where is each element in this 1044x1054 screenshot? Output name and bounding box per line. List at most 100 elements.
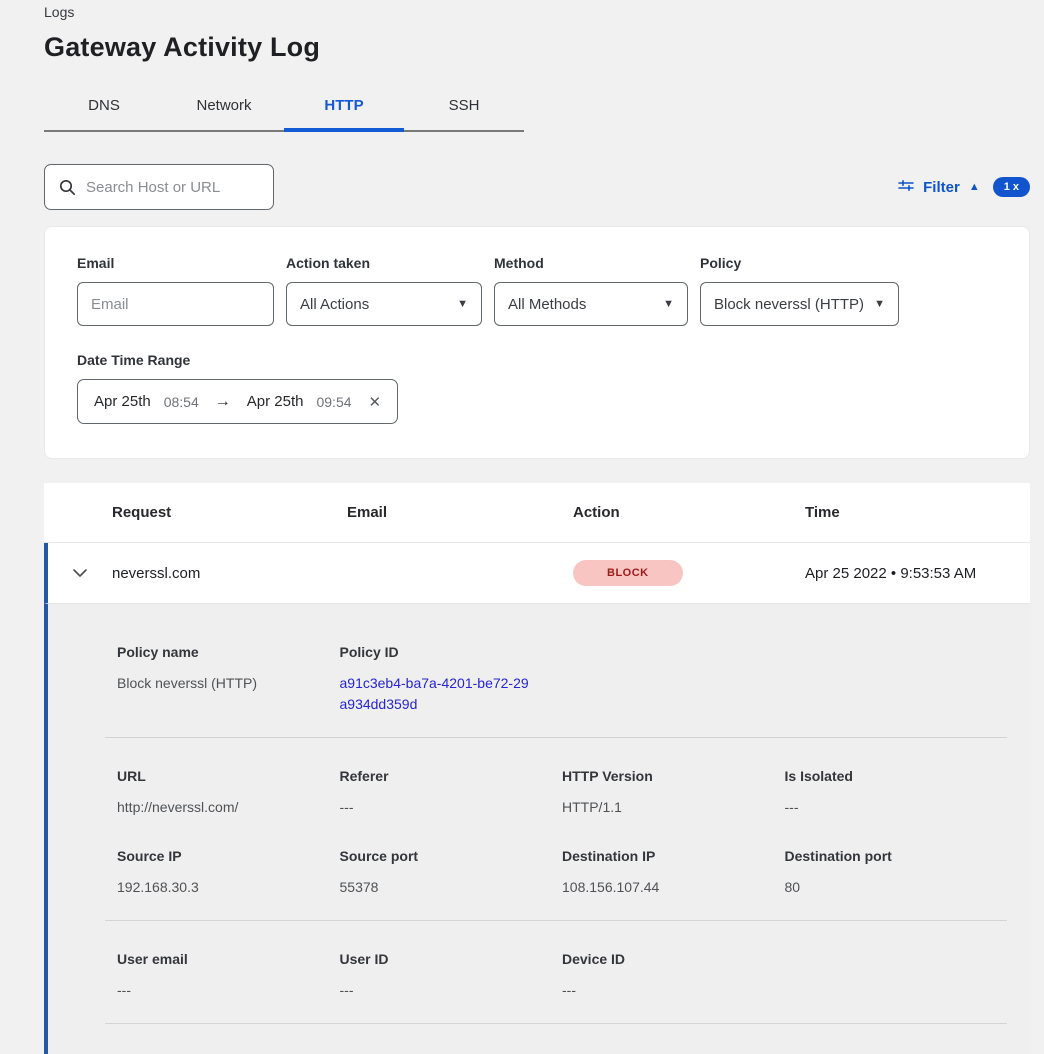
datetime-range-label: Date Time Range (77, 352, 997, 368)
column-header-request: Request (112, 504, 347, 521)
filter-field-email: Email (77, 255, 274, 326)
user-id-label: User ID (340, 951, 563, 967)
http-version-label: HTTP Version (562, 768, 785, 784)
policy-filter-label: Policy (700, 255, 899, 271)
filter-field-policy: Policy Block neverssl (HTTP) ▼ (700, 255, 899, 326)
destination-port-label: Destination port (785, 848, 1008, 864)
block-status-badge: BLOCK (573, 560, 683, 586)
tab-network[interactable]: Network (164, 87, 284, 130)
action-select[interactable]: All Actions ▼ (286, 282, 482, 326)
method-select-value: All Methods (508, 296, 586, 313)
end-date: Apr 25th (247, 393, 304, 410)
filter-field-action: Action taken All Actions ▼ (286, 255, 482, 326)
page-title: Gateway Activity Log (44, 32, 1030, 63)
destination-port-field: Destination port 80 (785, 848, 1008, 898)
search-box (44, 164, 274, 210)
caret-up-icon: ▲ (969, 182, 980, 193)
http-section-row2: Source IP 192.168.30.3 Source port 55378… (117, 848, 1007, 898)
is-isolated-field: Is Isolated --- (785, 768, 1008, 818)
user-id-field: User ID --- (340, 951, 563, 1001)
request-cell: neverssl.com (112, 565, 347, 582)
search-input[interactable] (86, 179, 259, 196)
policy-select[interactable]: Block neverssl (HTTP) ▼ (700, 282, 899, 326)
filter-field-method: Method All Methods ▼ (494, 255, 688, 326)
source-ip-value: 192.168.30.3 (117, 877, 340, 898)
chevron-down-icon: ▼ (457, 298, 468, 310)
is-isolated-value: --- (785, 797, 1008, 818)
destination-ip-field: Destination IP 108.156.107.44 (562, 848, 785, 898)
email-filter-label: Email (77, 255, 274, 271)
table-row[interactable]: neverssl.com BLOCK Apr 25 2022 • 9:53:53… (44, 543, 1030, 604)
table-header: Request Email Action Time (44, 483, 1030, 543)
url-field: URL http://neverssl.com/ (117, 768, 340, 818)
method-filter-label: Method (494, 255, 688, 271)
user-email-label: User email (117, 951, 340, 967)
breadcrumb[interactable]: Logs (44, 4, 1030, 20)
start-time: 08:54 (164, 394, 199, 410)
tab-http[interactable]: HTTP (284, 87, 404, 130)
clear-range-icon[interactable]: ✕ (365, 393, 382, 411)
filter-label: Filter (923, 179, 960, 196)
filter-field-datetime: Date Time Range Apr 25th 08:54 → Apr 25t… (77, 352, 997, 424)
source-port-value: 55378 (340, 877, 563, 898)
action-select-value: All Actions (300, 296, 369, 313)
policy-id-link[interactable]: a91c3eb4-ba7a-4201-be72-29a934dd359d (340, 673, 535, 715)
referer-label: Referer (340, 768, 563, 784)
column-header-email: Email (347, 504, 573, 521)
referer-field: Referer --- (340, 768, 563, 818)
log-type-tabs: DNS Network HTTP SSH (44, 87, 524, 132)
policy-section: Policy name Block neverssl (HTTP) Policy… (117, 644, 1007, 715)
email-filter-input[interactable] (77, 282, 274, 326)
filter-icon (898, 180, 914, 194)
policy-id-field: Policy ID a91c3eb4-ba7a-4201-be72-29a934… (340, 644, 563, 715)
section-divider (105, 1023, 1007, 1024)
user-id-value: --- (340, 980, 563, 1001)
expanded-row-details: Policy name Block neverssl (HTTP) Policy… (44, 604, 1030, 1054)
action-filter-label: Action taken (286, 255, 482, 271)
policy-name-field: Policy name Block neverssl (HTTP) (117, 644, 340, 715)
filter-toggle-button[interactable]: Filter ▲ 1 x (898, 177, 1030, 197)
tab-dns[interactable]: DNS (44, 87, 164, 130)
is-isolated-label: Is Isolated (785, 768, 1008, 784)
tab-ssh[interactable]: SSH (404, 87, 524, 130)
policy-name-value: Block neverssl (HTTP) (117, 673, 340, 694)
method-select[interactable]: All Methods ▼ (494, 282, 688, 326)
destination-ip-label: Destination IP (562, 848, 785, 864)
toolbar: Filter ▲ 1 x (44, 164, 1030, 210)
device-id-label: Device ID (562, 951, 785, 967)
url-label: URL (117, 768, 340, 784)
destination-ip-value: 108.156.107.44 (562, 877, 785, 898)
http-section-row1: URL http://neverssl.com/ Referer --- HTT… (117, 768, 1007, 818)
source-port-field: Source port 55378 (340, 848, 563, 898)
referer-value: --- (340, 797, 563, 818)
policy-select-value: Block neverssl (HTTP) (714, 296, 864, 313)
chevron-down-icon: ▼ (874, 298, 885, 310)
search-icon (59, 179, 76, 196)
column-header-action: Action (573, 504, 805, 521)
collapse-row-chevron-icon[interactable] (48, 568, 112, 578)
policy-name-label: Policy name (117, 644, 340, 660)
policy-id-label: Policy ID (340, 644, 563, 660)
datetime-range-input[interactable]: Apr 25th 08:54 → Apr 25th 09:54 ✕ (77, 379, 398, 424)
section-divider (105, 737, 1007, 738)
time-cell: Apr 25 2022 • 9:53:53 AM (805, 565, 1030, 582)
http-version-value: HTTP/1.1 (562, 797, 785, 818)
source-ip-label: Source IP (117, 848, 340, 864)
user-section: User email --- User ID --- Device ID --- (117, 951, 1007, 1001)
gateway-activity-log-page: Logs Gateway Activity Log DNS Network HT… (0, 0, 1044, 1054)
activity-log-table: Request Email Action Time neverssl.com B… (44, 483, 1030, 1054)
user-email-value: --- (117, 980, 340, 1001)
device-id-field: Device ID --- (562, 951, 785, 1001)
section-divider (105, 920, 1007, 921)
http-version-field: HTTP Version HTTP/1.1 (562, 768, 785, 818)
arrow-right-icon: → (212, 393, 234, 411)
filter-count-badge: 1 x (993, 177, 1030, 197)
column-header-time: Time (805, 504, 1030, 521)
source-port-label: Source port (340, 848, 563, 864)
user-email-field: User email --- (117, 951, 340, 1001)
device-id-value: --- (562, 980, 785, 1001)
filter-panel: Email Action taken All Actions ▼ Method … (44, 226, 1030, 459)
url-value: http://neverssl.com/ (117, 797, 340, 818)
start-date: Apr 25th (94, 393, 151, 410)
action-cell: BLOCK (573, 560, 805, 586)
